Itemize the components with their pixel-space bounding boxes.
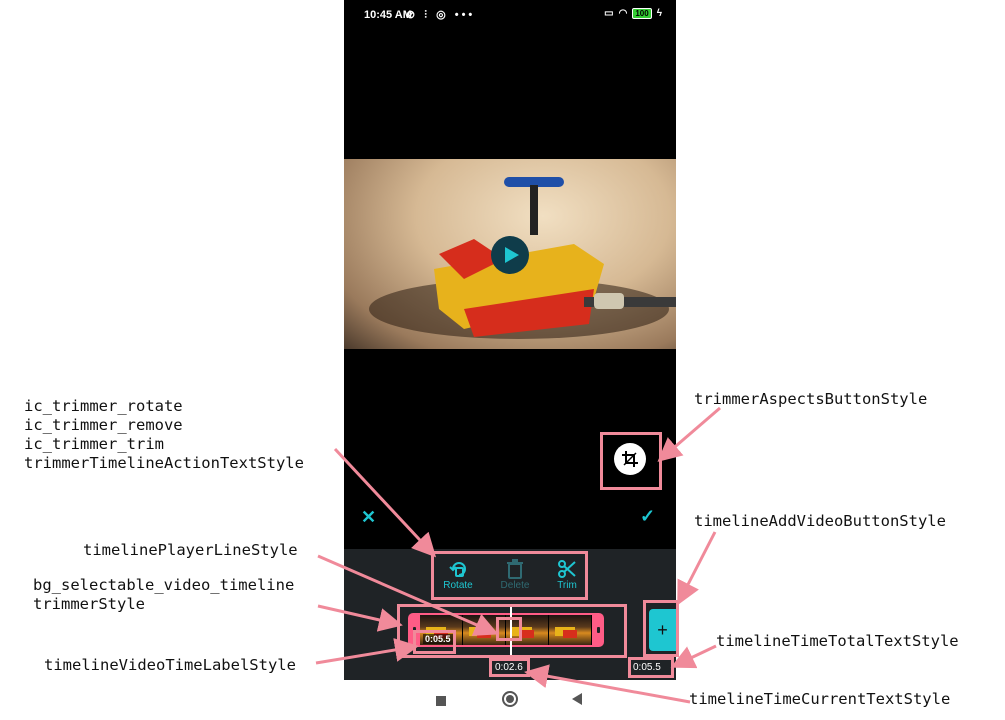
annotation-add-video-button: timelineAddVideoButtonStyle <box>694 512 946 530</box>
annotation-player-line: timelinePlayerLineStyle <box>83 541 298 559</box>
annotation-video-time-label: timelineVideoTimeLabelStyle <box>44 656 296 674</box>
annotation-rotate-group: ic_trimmer_rotate ic_trimmer_remove ic_t… <box>24 397 304 472</box>
annotation-aspects-button: trimmerAspectsButtonStyle <box>694 390 928 408</box>
annotation-time-current: timelineTimeCurrentTextStyle <box>689 690 951 708</box>
annotation-time-total: timelineTimeTotalTextStyle <box>716 632 959 650</box>
annotation-selectable: bg_selectable_video_timeline trimmerStyl… <box>33 576 295 613</box>
